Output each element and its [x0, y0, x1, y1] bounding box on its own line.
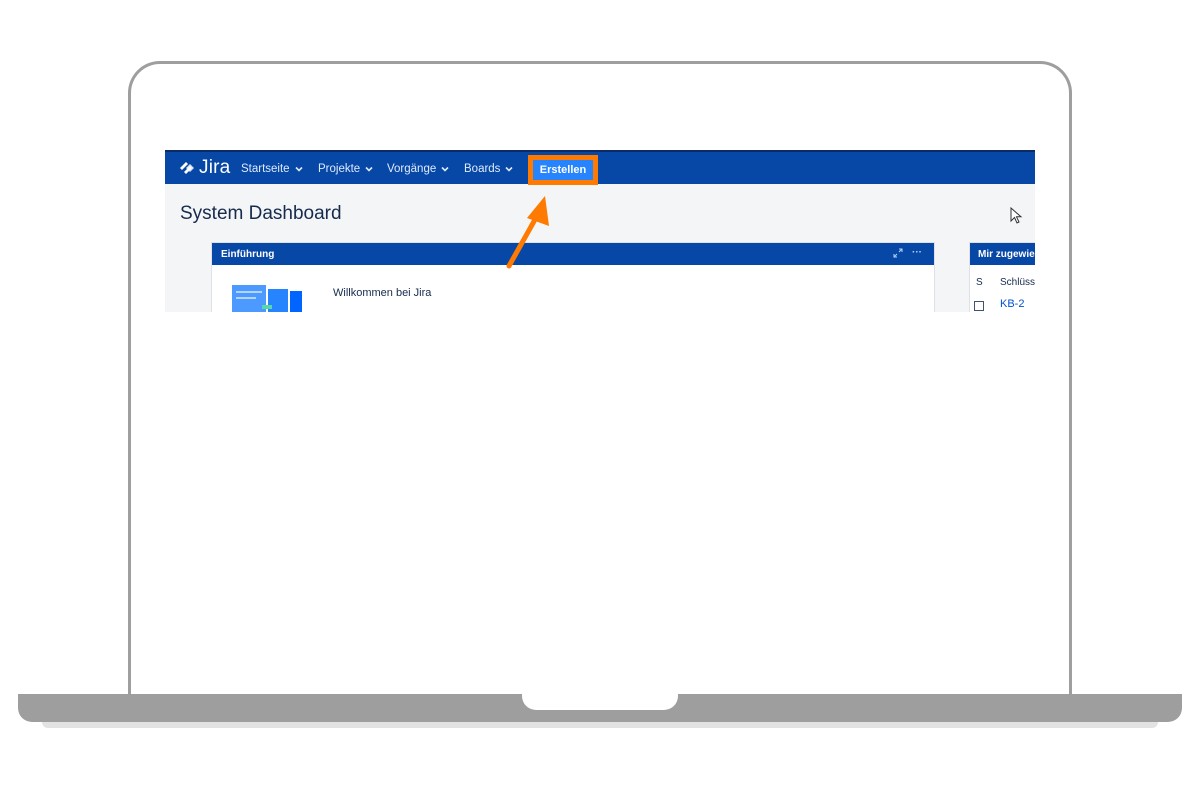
- nav-projekte[interactable]: Projekte: [318, 159, 373, 179]
- nav-label: Startseite: [241, 163, 290, 175]
- expand-icon[interactable]: [892, 247, 904, 259]
- chevron-down-icon: [295, 166, 303, 172]
- arrow-annotation-icon: [506, 196, 549, 269]
- jira-screenshot: Jira Startseite Projekte Vorgänge Boards…: [165, 150, 1035, 312]
- chevron-down-icon: [365, 166, 373, 172]
- assigned-gadget: Mir zugewie S Schlüss KB-2: [969, 242, 1035, 312]
- page-title: System Dashboard: [180, 203, 342, 224]
- chevron-down-icon: [441, 166, 449, 172]
- chevron-down-icon: [505, 166, 514, 172]
- more-icon[interactable]: ···: [912, 247, 922, 259]
- create-button-highlight: Erstellen: [528, 155, 598, 185]
- intro-gadget: Einführung ··· Willkommen bei Jira: [211, 242, 935, 312]
- jira-logo-icon: [180, 162, 194, 174]
- jira-logo[interactable]: Jira: [177, 157, 230, 179]
- nav-label: Boards: [464, 163, 501, 175]
- jira-logo-text: Jira: [199, 157, 231, 178]
- laptop-notch: [522, 694, 678, 710]
- nav-startseite[interactable]: Startseite: [241, 159, 303, 179]
- cursor-icon: [1010, 207, 1023, 224]
- nav-label: Projekte: [318, 163, 361, 175]
- top-navigation-bar: Jira Startseite Projekte Vorgänge Boards…: [165, 150, 1035, 185]
- assigned-gadget-header: Mir zugewie: [970, 243, 1035, 265]
- intro-gadget-title: Einführung: [221, 248, 275, 260]
- nav-vorgaenge[interactable]: Vorgänge: [387, 159, 449, 179]
- column-status: S: [976, 277, 983, 288]
- create-button[interactable]: Erstellen: [533, 160, 593, 180]
- column-key: Schlüss: [1000, 277, 1035, 288]
- gadget-tools: ···: [892, 247, 922, 259]
- nav-label: Vorgänge: [387, 163, 437, 175]
- laptop-base-shadow: [42, 722, 1158, 728]
- issue-type-icon: [974, 301, 984, 311]
- intro-gadget-header: Einführung ···: [212, 243, 934, 265]
- issue-link[interactable]: KB-2: [1000, 298, 1024, 310]
- intro-illustration: [232, 285, 302, 312]
- welcome-heading: Willkommen bei Jira: [333, 287, 432, 299]
- nav-boards[interactable]: Boards: [464, 159, 514, 179]
